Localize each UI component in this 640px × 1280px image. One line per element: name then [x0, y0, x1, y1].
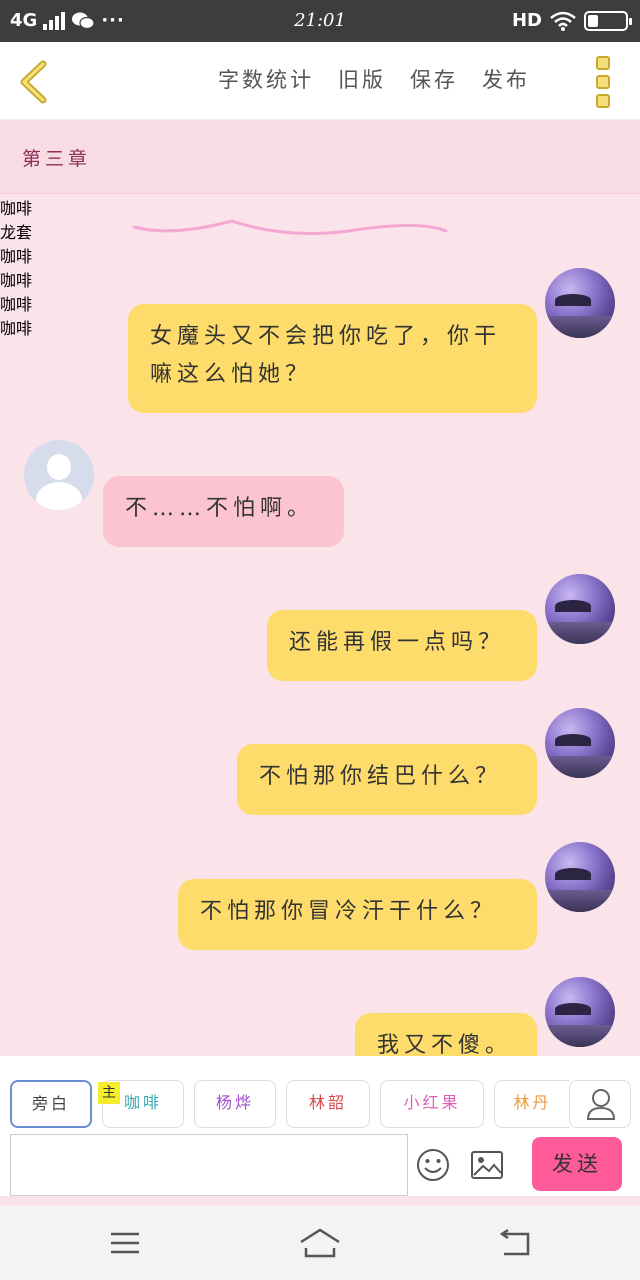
role-selector-bar: 旁白 咖啡 主 杨烨 林韶 小红果 林丹: [0, 1056, 640, 1134]
sender-avatar[interactable]: [545, 708, 615, 778]
person-icon: [586, 1089, 616, 1120]
toolbar-actions: 字数统计 旧版 保存 发布: [218, 64, 530, 94]
role-narration-button[interactable]: 旁白: [10, 1080, 92, 1128]
message-bubble[interactable]: 还能再假一点吗？: [267, 610, 537, 681]
chapter-title: 第三章: [22, 148, 92, 170]
more-menu-icon[interactable]: [596, 56, 612, 108]
sender-avatar[interactable]: [24, 440, 94, 510]
old-version-button[interactable]: 旧版: [338, 64, 386, 94]
message-sender-name: 咖啡: [0, 271, 33, 290]
wifi-icon: [550, 11, 576, 31]
back-icon[interactable]: [496, 1226, 532, 1260]
composer-row: 发送: [0, 1134, 640, 1200]
status-bar: 4G ··· 21:01 HD: [0, 0, 640, 42]
word-count-button[interactable]: 字数统计: [218, 64, 314, 94]
hd-label: HD: [511, 10, 542, 31]
status-right: HD: [511, 10, 632, 31]
save-button[interactable]: 保存: [410, 64, 458, 94]
message-bubble[interactable]: 不……不怕啊。: [103, 476, 344, 547]
sender-avatar[interactable]: [545, 574, 615, 644]
master-badge: 主: [98, 1082, 120, 1104]
role-button[interactable]: 林丹: [494, 1080, 570, 1128]
role-button[interactable]: 小红果: [380, 1080, 484, 1128]
message-bubble[interactable]: 我又不傻。: [355, 1013, 537, 1056]
image-icon[interactable]: [470, 1150, 504, 1180]
message-bubble[interactable]: 不怕那你结巴什么？: [237, 744, 537, 815]
editor-toolbar: 字数统计 旧版 保存 发布: [0, 42, 640, 120]
battery-icon: [584, 10, 632, 31]
role-manager-button[interactable]: [569, 1080, 631, 1128]
chat-message: 咖啡 还能再假一点吗？: [0, 243, 640, 681]
send-button[interactable]: 发送: [532, 1137, 622, 1191]
message-bubble[interactable]: 不怕那你冒冷汗干什么？: [178, 879, 537, 950]
home-icon[interactable]: [298, 1226, 342, 1260]
emoji-icon[interactable]: [416, 1148, 450, 1182]
publish-button[interactable]: 发布: [482, 64, 530, 94]
sender-avatar[interactable]: [545, 842, 615, 912]
back-chevron-icon[interactable]: [18, 60, 48, 104]
role-button[interactable]: 林韶: [286, 1080, 370, 1128]
message-bubble[interactable]: 女魔头又不会把你吃了，你干嘛这么怕她？: [128, 304, 537, 413]
wave-divider: [132, 219, 448, 235]
message-input[interactable]: [10, 1134, 408, 1196]
sender-avatar[interactable]: [545, 977, 615, 1047]
sender-avatar[interactable]: [545, 268, 615, 338]
message-sender-name: 咖啡: [0, 247, 33, 266]
system-nav-bar: [0, 1206, 640, 1280]
menu-icon[interactable]: [108, 1226, 142, 1260]
role-button[interactable]: 杨烨: [194, 1080, 276, 1128]
chat-message: 咖啡 不怕那你结巴什么？: [0, 267, 640, 815]
chat-area[interactable]: 咖啡 女魔头又不会把你吃了，你干嘛这么怕她？ 龙套 不……不怕啊。 咖啡 还能再…: [0, 195, 640, 1056]
chapter-header[interactable]: 第三章: [0, 120, 640, 194]
composer-divider: [0, 1196, 640, 1206]
